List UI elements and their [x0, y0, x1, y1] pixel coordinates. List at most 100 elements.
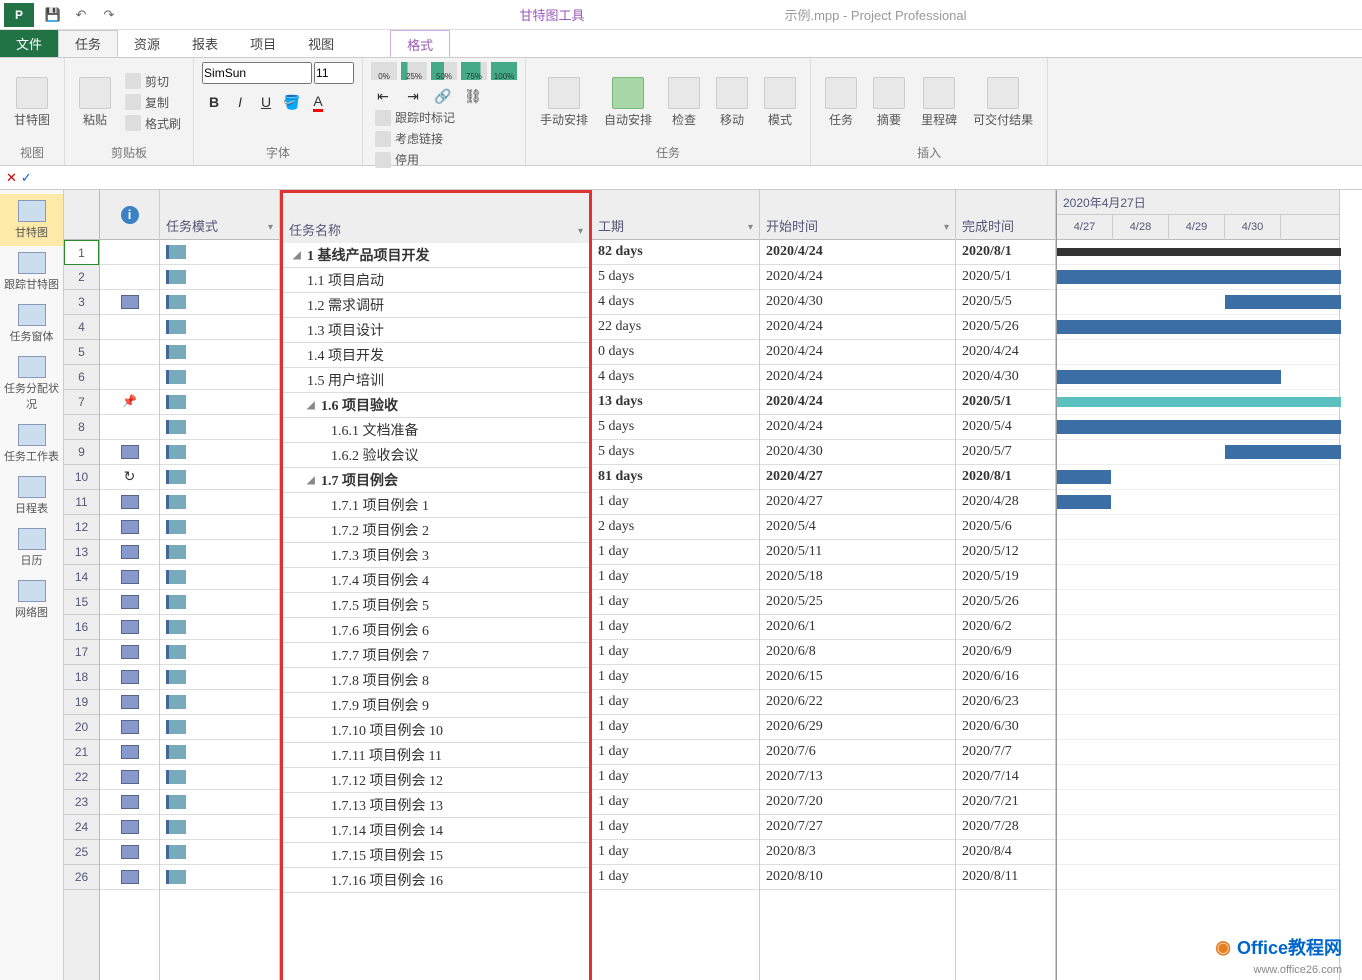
cell-task-mode[interactable]: [160, 265, 279, 290]
move-button[interactable]: 移动: [710, 75, 754, 130]
cell-finish[interactable]: 2020/6/2: [956, 615, 1055, 640]
cell-task-mode[interactable]: [160, 815, 279, 840]
viewbar-gantt[interactable]: 甘特图: [0, 194, 63, 246]
cell-task-name[interactable]: 1.7.12 项目例会 12: [283, 768, 589, 793]
cell-indicator[interactable]: [100, 865, 159, 890]
copy-button[interactable]: 复制: [121, 93, 185, 112]
row-number[interactable]: 25: [64, 840, 99, 865]
row-number[interactable]: 12: [64, 515, 99, 540]
tab-view[interactable]: 视图: [292, 30, 350, 57]
row-number[interactable]: 24: [64, 815, 99, 840]
cell-start[interactable]: 2020/5/18: [760, 565, 955, 590]
track-marker-button[interactable]: 跟踪时标记: [371, 108, 517, 127]
font-size-select[interactable]: [314, 62, 354, 84]
cell-indicator[interactable]: [100, 365, 159, 390]
cell-indicator[interactable]: [100, 540, 159, 565]
accept-entry-icon[interactable]: ✓: [21, 170, 32, 186]
cell-indicator[interactable]: [100, 265, 159, 290]
bold-button[interactable]: B: [202, 90, 226, 114]
progress-100-icon[interactable]: 100%: [491, 62, 517, 80]
viewbar-task-sheet[interactable]: 任务工作表: [0, 418, 63, 470]
cell-start[interactable]: 2020/4/24: [760, 340, 955, 365]
row-number[interactable]: 5: [64, 340, 99, 365]
cell-task-name[interactable]: 1.7.3 项目例会 3: [283, 543, 589, 568]
viewbar-tracking-gantt[interactable]: 跟踪甘特图: [0, 246, 63, 298]
cell-duration[interactable]: 1 day: [592, 690, 759, 715]
unlink-button[interactable]: ⛓: [461, 84, 485, 108]
cell-indicator[interactable]: [100, 240, 159, 265]
chevron-down-icon[interactable]: ▾: [748, 222, 753, 233]
cell-task-mode[interactable]: [160, 690, 279, 715]
cell-finish[interactable]: 2020/6/9: [956, 640, 1055, 665]
cell-task-name[interactable]: 1.1 项目启动: [283, 268, 589, 293]
cell-start[interactable]: 2020/4/24: [760, 265, 955, 290]
row-number[interactable]: 18: [64, 665, 99, 690]
collapse-icon[interactable]: ◢: [293, 250, 303, 261]
cell-task-mode[interactable]: [160, 315, 279, 340]
cell-duration[interactable]: 5 days: [592, 440, 759, 465]
row-number[interactable]: 21: [64, 740, 99, 765]
gantt-bar[interactable]: [1057, 270, 1341, 284]
cell-indicator[interactable]: [100, 440, 159, 465]
cell-task-mode[interactable]: [160, 290, 279, 315]
cell-finish[interactable]: 2020/6/16: [956, 665, 1055, 690]
cell-duration[interactable]: 1 day: [592, 665, 759, 690]
cell-task-mode[interactable]: [160, 565, 279, 590]
cut-button[interactable]: 剪切: [121, 72, 185, 91]
cell-start[interactable]: 2020/5/11: [760, 540, 955, 565]
gantt-bar[interactable]: [1225, 445, 1341, 459]
undo-icon[interactable]: ↶: [70, 4, 92, 26]
header-indicators[interactable]: i: [100, 190, 159, 240]
cell-duration[interactable]: 1 day: [592, 540, 759, 565]
cell-duration[interactable]: 4 days: [592, 290, 759, 315]
auto-schedule-button[interactable]: 自动安排: [598, 75, 658, 130]
cell-indicator[interactable]: [100, 465, 159, 490]
cell-indicator[interactable]: [100, 615, 159, 640]
cancel-entry-icon[interactable]: ✕: [6, 170, 17, 186]
cell-indicator[interactable]: [100, 340, 159, 365]
cell-duration[interactable]: 13 days: [592, 390, 759, 415]
cell-finish[interactable]: 2020/8/1: [956, 240, 1055, 265]
tab-task[interactable]: 任务: [58, 30, 118, 57]
cell-duration[interactable]: 5 days: [592, 415, 759, 440]
cell-task-name[interactable]: 1.6.2 验收会议: [283, 443, 589, 468]
cell-indicator[interactable]: [100, 490, 159, 515]
cell-start[interactable]: 2020/4/24: [760, 415, 955, 440]
gantt-bar[interactable]: [1057, 320, 1341, 334]
cell-task-mode[interactable]: [160, 390, 279, 415]
cell-start[interactable]: 2020/4/30: [760, 440, 955, 465]
tab-report[interactable]: 报表: [176, 30, 234, 57]
gantt-bar[interactable]: [1225, 295, 1341, 309]
cell-indicator[interactable]: [100, 415, 159, 440]
cell-finish[interactable]: 2020/5/12: [956, 540, 1055, 565]
cell-task-name[interactable]: 1.7.1 项目例会 1: [283, 493, 589, 518]
header-task-mode[interactable]: 任务模式▾: [160, 190, 279, 240]
cell-duration[interactable]: 1 day: [592, 715, 759, 740]
cell-task-name[interactable]: 1.3 项目设计: [283, 318, 589, 343]
cell-duration[interactable]: 81 days: [592, 465, 759, 490]
gantt-bar[interactable]: [1057, 370, 1281, 384]
cell-task-mode[interactable]: [160, 790, 279, 815]
manual-schedule-button[interactable]: 手动安排: [534, 75, 594, 130]
progress-buttons[interactable]: 0% 25% 50% 75% 100%: [371, 62, 517, 80]
link-button[interactable]: 🔗: [431, 84, 455, 108]
cell-task-name[interactable]: 1.7.16 项目例会 16: [283, 868, 589, 893]
cell-finish[interactable]: 2020/7/14: [956, 765, 1055, 790]
row-number[interactable]: 20: [64, 715, 99, 740]
cell-indicator[interactable]: [100, 315, 159, 340]
entry-input[interactable]: [36, 168, 1356, 188]
deliverable-button[interactable]: 可交付结果: [967, 75, 1039, 130]
collapse-icon[interactable]: ◢: [307, 400, 317, 411]
fill-color-button[interactable]: 🪣: [280, 90, 304, 114]
header-task-name[interactable]: 任务名称▾: [283, 193, 589, 243]
cell-duration[interactable]: 1 day: [592, 790, 759, 815]
viewbar-task-usage[interactable]: 任务分配状况: [0, 350, 63, 418]
cell-finish[interactable]: 2020/8/4: [956, 840, 1055, 865]
progress-25-icon[interactable]: 25%: [401, 62, 427, 80]
cell-duration[interactable]: 1 day: [592, 865, 759, 890]
cell-task-mode[interactable]: [160, 490, 279, 515]
cell-indicator[interactable]: [100, 665, 159, 690]
cell-start[interactable]: 2020/6/8: [760, 640, 955, 665]
cell-start[interactable]: 2020/4/27: [760, 490, 955, 515]
cell-start[interactable]: 2020/6/29: [760, 715, 955, 740]
